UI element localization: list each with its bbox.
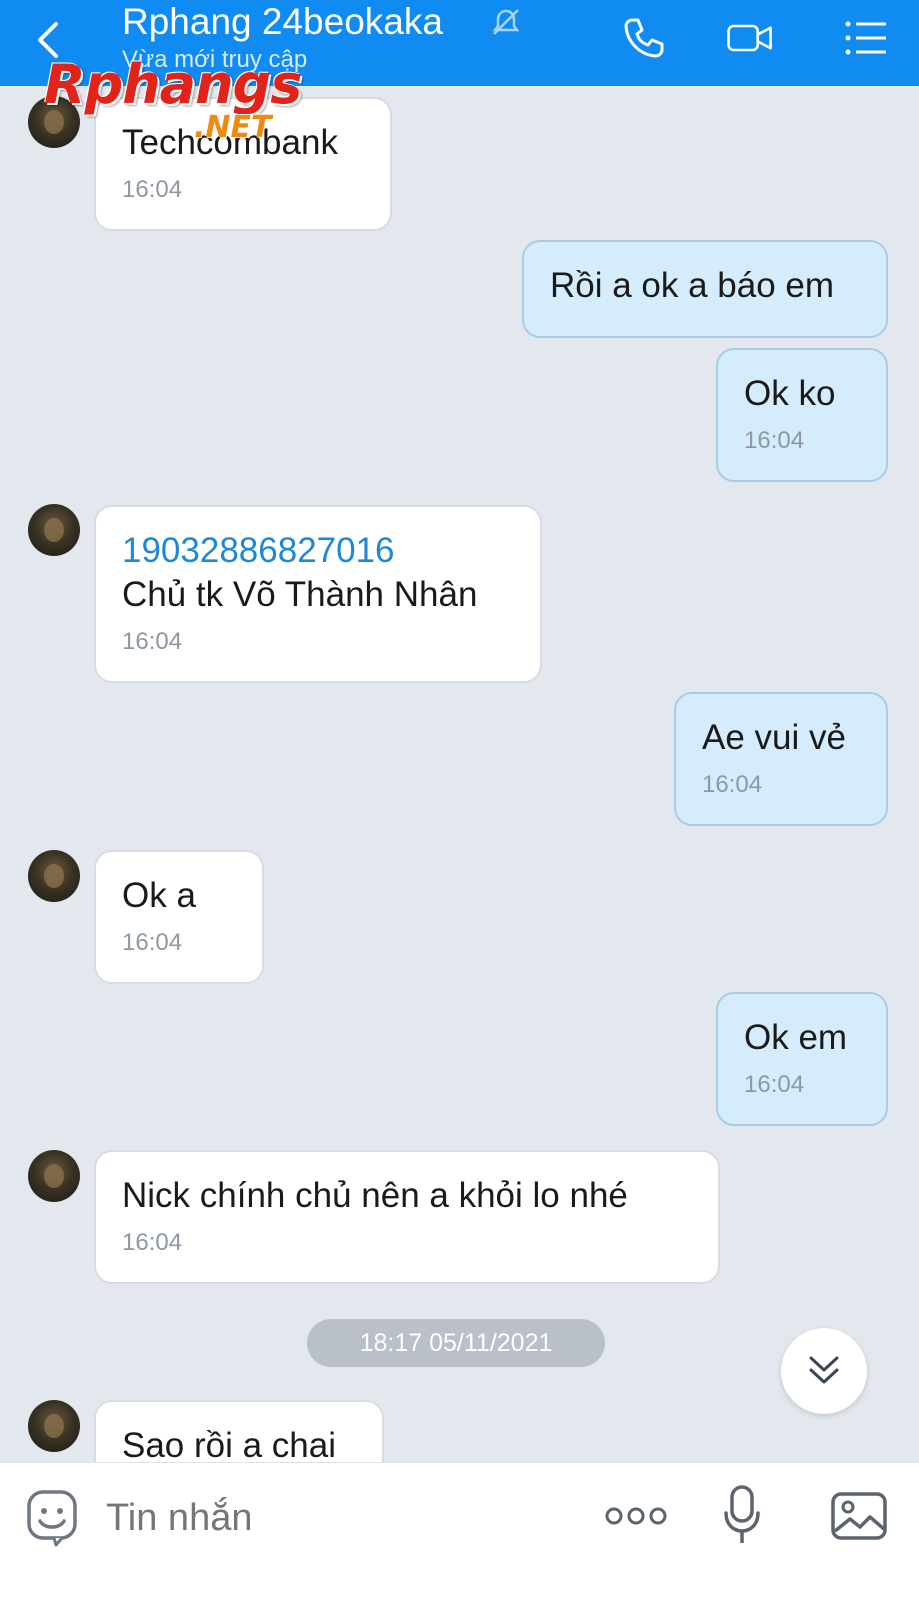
message-time: 16:04 bbox=[744, 427, 805, 454]
message-text: Ok a bbox=[122, 876, 196, 915]
message-bubble-outgoing[interactable]: Rồi a ok a báo em bbox=[522, 240, 888, 338]
muted-bell-icon bbox=[492, 9, 520, 35]
emoji-icon[interactable] bbox=[26, 1489, 80, 1547]
message-bubble-outgoing[interactable]: Ae vui vẻ 16:04 bbox=[674, 692, 888, 826]
chat-header: Rphang 24beokaka Vừa mới truy cập bbox=[0, 0, 919, 86]
message-time: 16:04 bbox=[744, 1071, 805, 1098]
message-time: 16:04 bbox=[702, 771, 763, 798]
message-time: 16:04 bbox=[122, 1229, 183, 1256]
message-text: Techcombank bbox=[122, 123, 338, 162]
date-separator: 18:17 05/11/2021 bbox=[307, 1319, 605, 1367]
more-icon[interactable] bbox=[604, 1503, 668, 1529]
double-chevron-down-icon bbox=[809, 1356, 839, 1384]
message-time: 16:04 bbox=[122, 628, 183, 655]
image-icon[interactable] bbox=[830, 1491, 888, 1541]
avatar[interactable] bbox=[28, 850, 80, 902]
message-bubble-incoming[interactable]: Ok a 16:04 bbox=[94, 850, 264, 984]
contact-name[interactable]: Rphang 24beokaka bbox=[122, 0, 443, 44]
avatar[interactable] bbox=[28, 1150, 80, 1202]
message-text: Rồi a ok a báo em bbox=[550, 266, 835, 305]
message-text: Ok em bbox=[744, 1018, 848, 1057]
message-time: 16:04 bbox=[122, 929, 183, 956]
message-text: Chủ tk Võ Thành Nhân bbox=[122, 575, 478, 614]
message-bubble-outgoing[interactable]: Ok ko 16:04 bbox=[716, 348, 888, 482]
video-icon[interactable] bbox=[726, 14, 774, 62]
back-icon[interactable] bbox=[30, 18, 70, 62]
message-time: 16:04 bbox=[122, 176, 183, 203]
account-number-link[interactable]: 19032886827016 bbox=[122, 529, 514, 573]
message-bubble-incoming[interactable]: Nick chính chủ nên a khỏi lo nhé 16:04 bbox=[94, 1150, 720, 1284]
message-input[interactable] bbox=[104, 1489, 548, 1547]
phone-icon[interactable] bbox=[620, 14, 668, 62]
message-composer bbox=[0, 1462, 919, 1601]
avatar[interactable] bbox=[28, 1400, 80, 1452]
menu-icon[interactable] bbox=[842, 14, 890, 62]
message-text: Sao rồi a chai bbox=[122, 1426, 337, 1465]
scroll-to-bottom-button[interactable] bbox=[781, 1328, 867, 1414]
message-bubble-outgoing[interactable]: Ok em 16:04 bbox=[716, 992, 888, 1126]
status-text: Vừa mới truy cập bbox=[122, 46, 308, 73]
message-text: Ok ko bbox=[744, 374, 836, 413]
message-text: Ae vui vẻ bbox=[702, 718, 846, 757]
message-bubble-incoming[interactable]: 19032886827016 Chủ tk Võ Thành Nhân 16:0… bbox=[94, 505, 542, 683]
message-text: Nick chính chủ nên a khỏi lo nhé bbox=[122, 1176, 628, 1215]
avatar[interactable] bbox=[28, 96, 80, 148]
message-list[interactable]: Techcombank 16:04 Rồi a ok a báo em Ok k… bbox=[0, 86, 919, 1486]
microphone-icon[interactable] bbox=[722, 1483, 762, 1547]
message-bubble-incoming[interactable]: Techcombank 16:04 bbox=[94, 97, 392, 231]
avatar[interactable] bbox=[28, 504, 80, 556]
